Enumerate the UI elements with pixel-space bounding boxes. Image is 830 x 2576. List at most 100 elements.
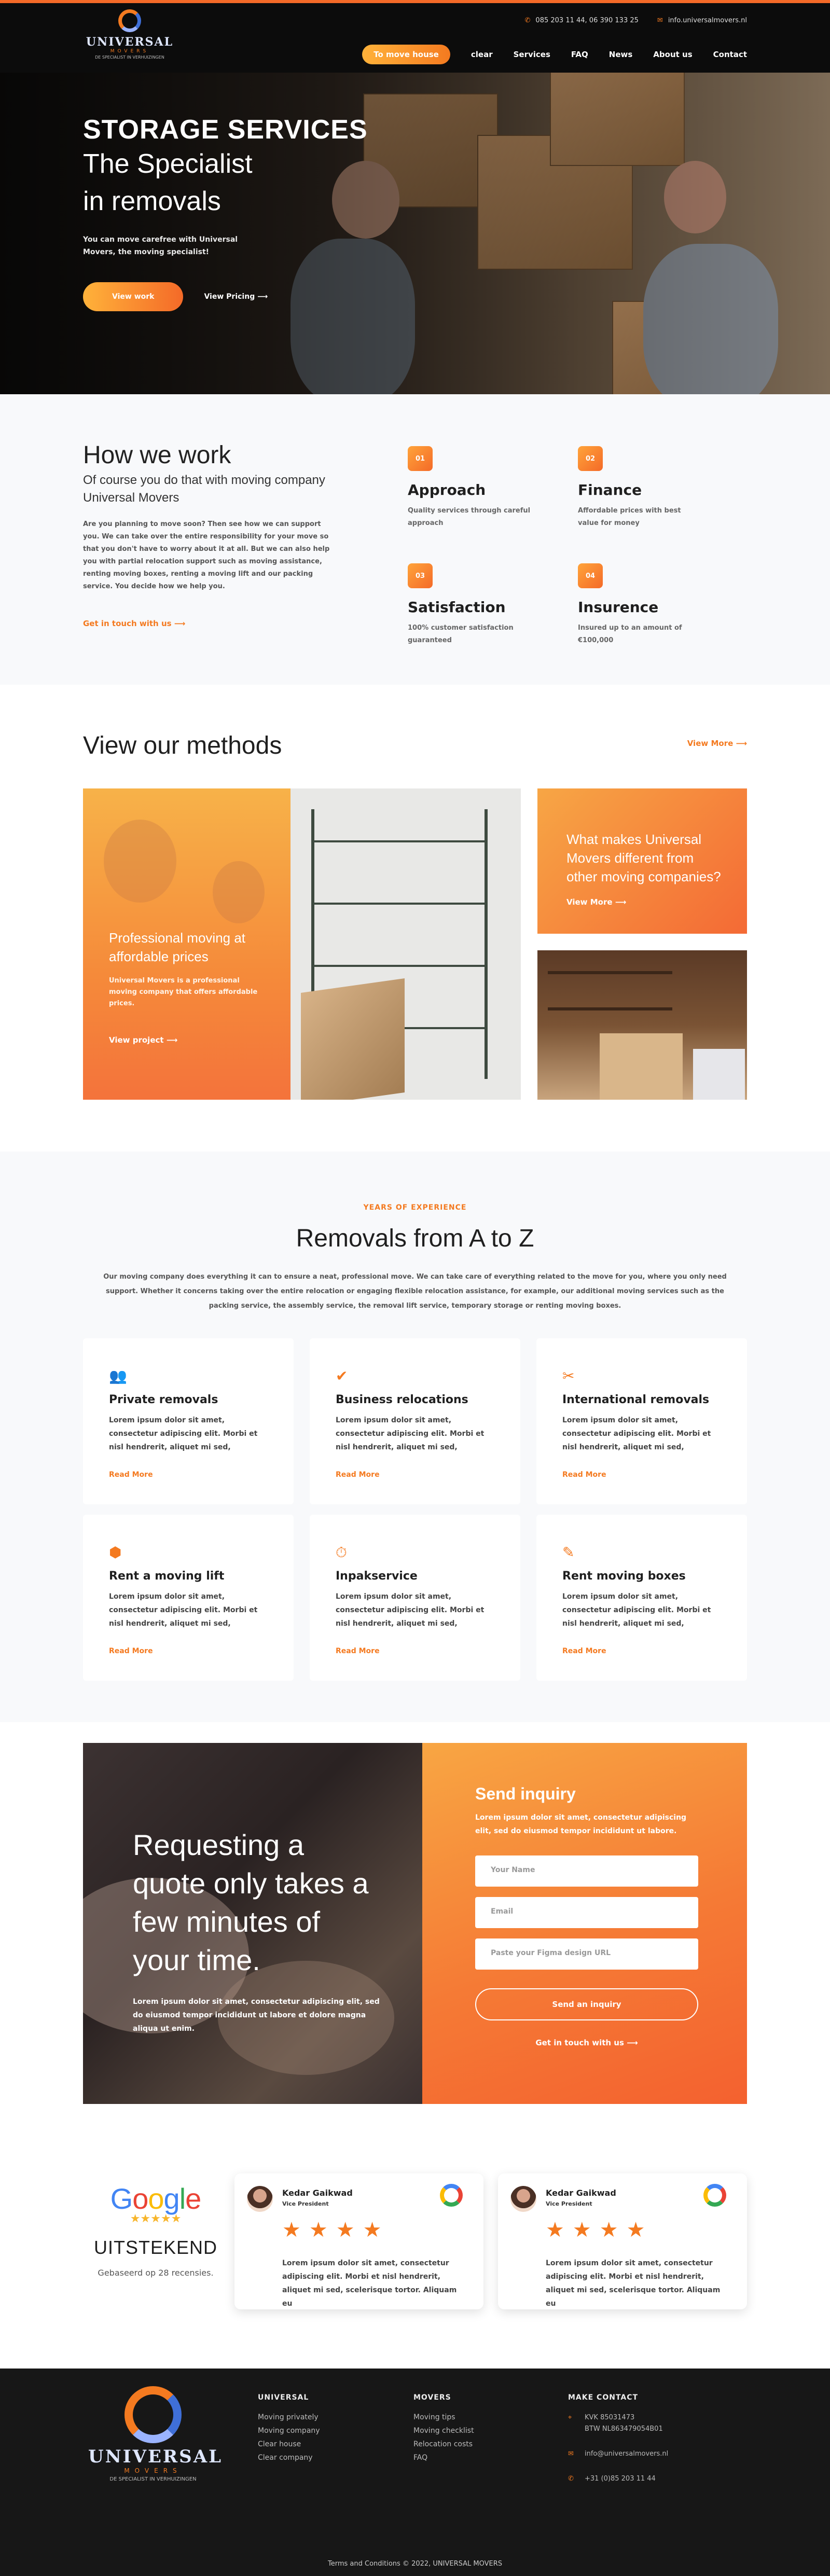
feature-number: 02 [578,446,603,471]
feature-title: Insurence [578,599,659,616]
header-email[interactable]: ✉ info.universalmovers.nl [657,17,747,24]
read-more-link[interactable]: Read More [109,1471,268,1479]
view-pricing-link[interactable]: View Pricing ⟶ [204,293,268,301]
nav-news[interactable]: News [609,50,633,59]
footer-link[interactable]: Moving checklist [413,2427,474,2435]
service-card[interactable]: ✂ International removals Lorem ipsum dol… [536,1338,747,1504]
email-field[interactable]: Email [475,1897,698,1928]
arrow-right-icon: ⟶ [257,293,268,301]
logo-name: UNIVERSAL [88,2446,223,2467]
services-intro: Our moving company does everything it ca… [103,1273,727,1310]
reviewer-role: Vice President [282,2200,329,2207]
google-g-icon [440,2184,463,2207]
review-stars: ★★★★ [282,2218,390,2242]
footer-logo[interactable]: UNIVERSAL MOVERS DE SPECIALIST IN VERHUI… [88,2384,223,2482]
hero-section: STORAGE SERVICES The Specialist in remova… [0,73,830,394]
main-nav: To move house clear Services FAQ News Ab… [362,45,747,64]
logo-sub: MOVERS [124,2467,182,2474]
feature-text: Quality services through careful approac… [408,507,531,527]
logo-name: UNIVERSAL [86,35,174,49]
feature-text: Affordable prices with best value for mo… [578,507,681,527]
avatar [510,2186,536,2212]
service-text: Lorem ipsum dolor sit amet, consectetur … [109,1592,258,1628]
read-more-link[interactable]: Read More [336,1471,494,1479]
footer-email[interactable]: info@universalmovers.nl [585,2448,668,2460]
header-phone[interactable]: ✆ 085 203 11 44, 06 390 133 25 [525,17,639,24]
feature-insurance: 04 Insurence Insured up to an amount of … [578,563,734,647]
nav-faq[interactable]: FAQ [571,50,588,59]
services-section: YEARS OF EXPERIENCE Removals from A to Z… [0,1152,830,1722]
reviewer-name: Kedar Gaikwad [282,2188,353,2198]
name-field[interactable]: Your Name [475,1855,698,1887]
method-card-differences[interactable]: What makes Universal Movers different fr… [537,788,747,934]
nav-about-us[interactable]: About us [653,50,692,59]
phone-icon: ✆ [568,2475,574,2483]
footer-phone[interactable]: +31 (0)85 203 11 44 [585,2473,656,2485]
service-title: Rent moving boxes [562,1570,686,1583]
quote-image-panel: Requesting a quote only takes a few minu… [83,1743,422,2104]
feature-number: 01 [408,446,433,471]
feature-approach: 01 Approach Quality services through car… [408,446,563,530]
inquiry-form: Send inquiry Lorem ipsum dolor sit amet,… [422,1743,747,2104]
how-we-work-section: How we work Of course you do that with m… [0,394,830,685]
view-project-link[interactable]: View project ⟶ [109,1035,265,1045]
get-in-touch-link[interactable]: Get in touch with us ⟶ [475,2038,698,2047]
rating-word: UITSTEKEND [93,2237,218,2258]
feature-text: Insured up to an amount of €100,000 [578,624,682,644]
footer-link[interactable]: Relocation costs [413,2440,474,2448]
how-text: Are you planning to move soon? Then see … [83,520,330,590]
feature-satisfaction: 03 Satisfaction 100% customer satisfacti… [408,563,563,647]
footer-link[interactable]: Moving company [258,2427,320,2435]
service-text: Lorem ipsum dolor sit amet, consectetur … [336,1592,485,1628]
footer-contact: MAKE CONTACT ⌖ KVK 85031473 BTW NL86347905… [568,2393,668,2495]
service-title: Inpakservice [336,1570,418,1583]
check-badge-icon: ✔ [336,1367,348,1384]
method-card-title: Professional moving at affordable prices [109,930,246,964]
footer-col-title: MAKE CONTACT [568,2393,639,2402]
send-inquiry-button[interactable]: Send an inquiry [475,1988,698,2020]
service-card[interactable]: ⏱ Inpakservice Lorem ipsum dolor sit ame… [310,1515,520,1681]
footer-link[interactable]: FAQ [413,2454,474,2462]
read-more-link[interactable]: Read More [336,1647,494,1655]
copyright[interactable]: Terms and Conditions © 2022, UNIVERSAL M… [0,2560,830,2568]
hero-title: STORAGE SERVICES [83,115,368,145]
nav-to-move-house[interactable]: To move house [362,45,450,64]
nav-clear[interactable]: clear [471,50,493,59]
how-title: How we work [83,441,231,469]
read-more-link[interactable]: Read More [562,1471,721,1479]
site-logo[interactable]: UNIVERSAL MOVERS DE SPECIALIST IN VERHUI… [83,8,176,60]
tools-icon: ✂ [562,1367,575,1384]
methods-view-more-link[interactable]: View More ⟶ [687,739,747,748]
mail-icon: ✉ [568,2450,574,2458]
method-card-large[interactable]: Professional moving at affordable prices… [83,788,521,1100]
review-text: Lorem ipsum dolor sit amet, consectetur … [546,2259,721,2308]
footer-link[interactable]: Moving privately [258,2413,320,2421]
feature-number: 03 [408,563,433,588]
method-card-text: Universal Movers is a professional movin… [109,977,258,1007]
view-more-link[interactable]: View More ⟶ [566,897,726,907]
service-card[interactable]: ✎ Rent moving boxes Lorem ipsum dolor si… [536,1515,747,1681]
read-more-link[interactable]: Read More [562,1647,721,1655]
footer-link[interactable]: Clear company [258,2454,320,2462]
figma-url-field[interactable]: Paste your Figma design URL [475,1938,698,1970]
rating-count: Gebaseerd op 28 recensies. [98,2268,214,2278]
lift-icon: ⬢ [109,1544,122,1561]
service-card[interactable]: 👥 Private removals Lorem ipsum dolor sit… [83,1338,294,1504]
get-in-touch-link[interactable]: Get in touch with us ⟶ [83,619,332,628]
quote-text: Lorem ipsum dolor sit amet, consectetur … [133,1998,380,2033]
service-card[interactable]: ✔ Business relocations Lorem ipsum dolor… [310,1338,520,1504]
site-header: UNIVERSAL MOVERS DE SPECIALIST IN VERHUI… [0,0,830,73]
feature-title: Finance [578,481,642,498]
method-photo-boxes[interactable] [537,950,747,1100]
service-card[interactable]: ⬢ Rent a moving lift Lorem ipsum dolor s… [83,1515,294,1681]
methods-section: View our methods View More ⟶ Professiona… [0,685,830,1152]
service-title: Business relocations [336,1393,468,1406]
footer-link[interactable]: Clear house [258,2440,320,2448]
footer-link[interactable]: Moving tips [413,2413,474,2421]
nav-contact[interactable]: Contact [713,50,747,59]
logo-tagline: DE SPECIALIST IN VERHUIZINGEN [109,2476,197,2482]
mail-icon: ✉ [657,17,663,24]
view-work-button[interactable]: View work [83,282,184,311]
nav-services[interactable]: Services [514,50,550,59]
read-more-link[interactable]: Read More [109,1647,268,1655]
